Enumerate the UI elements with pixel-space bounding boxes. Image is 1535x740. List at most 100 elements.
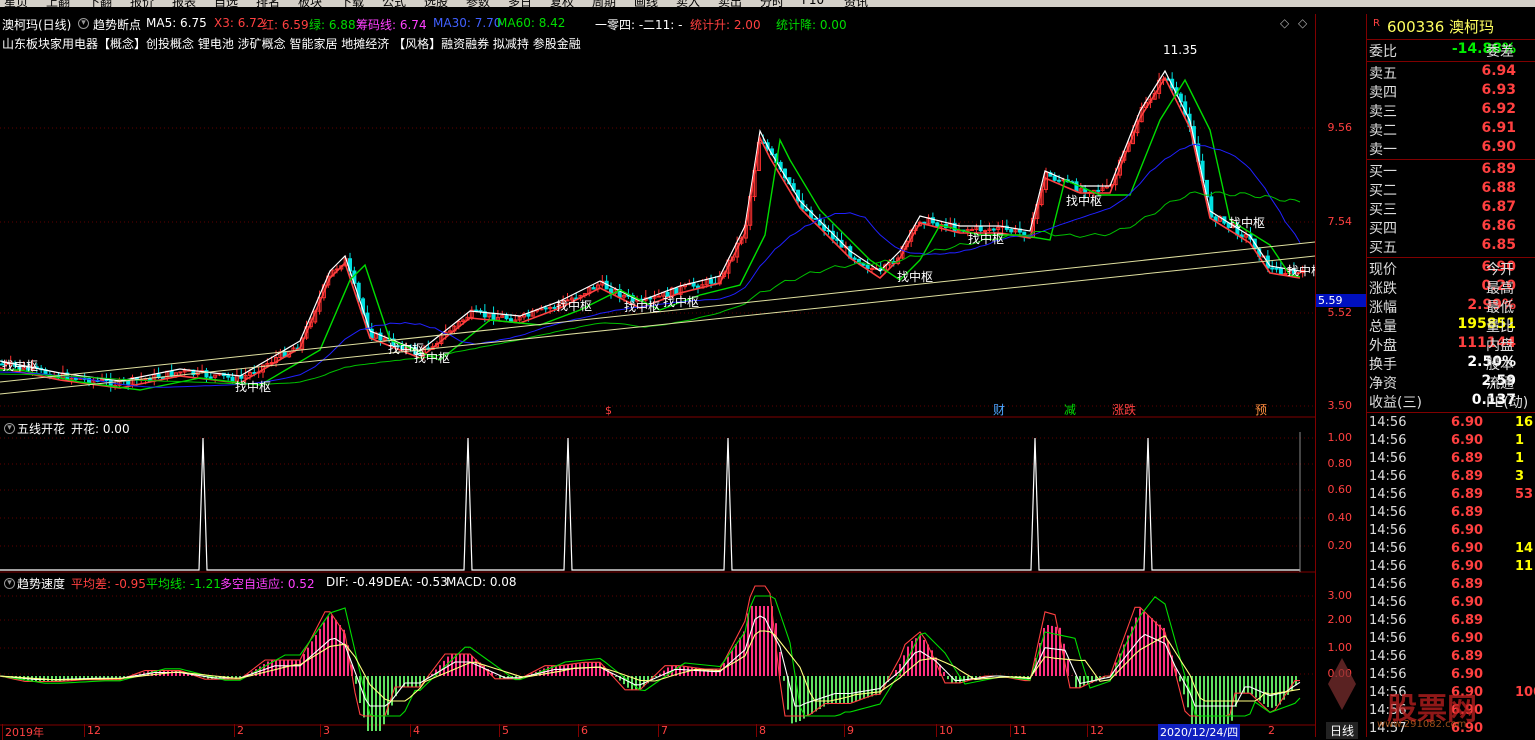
dea-line (0, 630, 1301, 702)
menu-item[interactable]: 周期 (592, 0, 616, 7)
candle-body (73, 377, 78, 380)
candle-body (813, 217, 818, 220)
panel2-value: 开花: 0.00 (71, 422, 130, 436)
date-tick: 7 (658, 724, 668, 737)
stat-row: 净资 2.59 流通 (1367, 373, 1535, 392)
quote-label: 外盘 (1369, 338, 1397, 354)
stat-row: 涨跌 0.20 最高 (1367, 278, 1535, 297)
candle-body (709, 278, 714, 284)
bid-row: 买四 6.86 (1367, 218, 1535, 237)
menu-item[interactable]: 画线 (634, 0, 658, 7)
quote-label: 卖二 (1369, 123, 1397, 139)
menu-item[interactable]: 排名 (256, 0, 280, 7)
panel3-title[interactable]: 趋势速度 (17, 575, 65, 592)
tick-time: 14:56 (1369, 667, 1407, 682)
menu-item[interactable]: 分时 (760, 0, 784, 7)
menu-item[interactable]: 参数 (466, 0, 490, 7)
zhongshu-label: 找中枢 (235, 379, 271, 394)
candle-body (543, 307, 548, 310)
quote-label2: 流通 (1486, 376, 1514, 392)
tick-price: 6.89 (1451, 469, 1484, 484)
menu-item[interactable]: 下载 (340, 0, 364, 7)
menu-item[interactable]: 公式 (382, 0, 406, 7)
tongjijiang-value: 统计降: 0.00 (776, 18, 847, 32)
candle-body (178, 371, 183, 374)
menu-item[interactable]: 上翻 (46, 0, 70, 7)
quote-label2: 股本 (1486, 357, 1514, 373)
panel2-settings-icon[interactable]: ▾ (4, 423, 15, 434)
quote-value: 6.89 (1481, 161, 1516, 177)
menu-item[interactable]: 星页 (4, 0, 28, 7)
tick-row: 14:56 6.90 (1367, 523, 1535, 541)
candle-body (126, 380, 131, 385)
menu-item[interactable]: 报价 (130, 0, 154, 7)
ask-row: 卖五 6.94 (1367, 63, 1535, 82)
ma30-line (0, 143, 1301, 388)
panel3-pjx: 平均线: -1.21 (146, 577, 221, 591)
date-tick: 12 (1087, 724, 1104, 737)
period-label[interactable]: 日线 (1326, 722, 1359, 739)
concepts-line: 山东板块家用电器【概念】创投概念 锂电池 涉矿概念 智能家居 地摊经济 【风格】… (2, 37, 581, 51)
quote-label: 买二 (1369, 183, 1397, 199)
quote-label: 涨跌 (1369, 281, 1397, 297)
quote-label2: 量比 (1486, 319, 1514, 335)
quote-label2: 今开 (1486, 262, 1514, 278)
event-marker: 减 (1064, 403, 1076, 417)
candle-body (1057, 179, 1062, 182)
menu-item[interactable]: 自选 (214, 0, 238, 7)
menu-item[interactable]: 卖入 (676, 0, 700, 7)
quote-label: 涨幅 (1369, 300, 1397, 316)
menu-item[interactable]: 板块 (298, 0, 322, 7)
indicator-name[interactable]: 趋势断点 (93, 16, 141, 33)
quote-value: 6.88 (1481, 180, 1516, 196)
date-tick: 6 (578, 724, 588, 737)
quote-label: 卖一 (1369, 142, 1397, 158)
candle-body (491, 312, 496, 321)
tick-row: 14:56 6.89 (1367, 577, 1535, 595)
panel2-title[interactable]: 五线开花 (17, 420, 65, 437)
zhongshu-label: 找中枢 (624, 299, 660, 314)
ask-row: 卖四 6.93 (1367, 82, 1535, 101)
date-tick: 5 (499, 724, 509, 737)
bid-row: 买三 6.87 (1367, 199, 1535, 218)
kline-svg: 11.35找中枢找中枢找中枢找中枢找中枢找中枢找中枢找中枢找中枢找中枢找中枢找中… (0, 43, 1315, 731)
bid-row: 买五 6.85 (1367, 237, 1535, 256)
close-icon[interactable]: ◇ (1298, 16, 1307, 30)
yiling-value: 一零四: - (595, 18, 644, 32)
indicator-tick: 0.80 (1327, 457, 1353, 470)
settings-icon[interactable]: ▾ (78, 18, 89, 29)
kline-chart-area[interactable]: 11.35找中枢找中枢找中枢找中枢找中枢找中枢找中枢找中枢找中枢找中枢找中枢找中… (0, 14, 1315, 740)
zhongshu-label: 找中枢 (1229, 215, 1265, 230)
separator (1367, 412, 1535, 413)
menu-item[interactable]: 选股 (424, 0, 448, 7)
tick-time: 14:56 (1369, 541, 1407, 556)
menu-item[interactable]: 报表 (172, 0, 196, 7)
indicator-tick: 1.00 (1327, 641, 1353, 654)
panel3-dif: DIF: -0.49 (326, 575, 384, 589)
menu-item[interactable]: 多日 (508, 0, 532, 7)
quote-label2: 最低 (1486, 300, 1514, 316)
candle-body (504, 315, 509, 320)
candle-body (1009, 228, 1014, 233)
quote-label: 收益(三) (1369, 395, 1422, 411)
price-tick: 9.56 (1327, 121, 1353, 134)
menu-item[interactable]: F10 (802, 0, 824, 7)
menu-item[interactable]: 下翻 (88, 0, 112, 7)
menu-item[interactable]: 复权 (550, 0, 574, 7)
candle-body (691, 282, 696, 287)
tick-time: 14:56 (1369, 505, 1407, 520)
tick-row: 14:56 6.89 (1367, 613, 1535, 631)
panel3-settings-icon[interactable]: ▾ (4, 578, 15, 589)
tick-price: 6.90 (1451, 541, 1484, 556)
date-tick: 12 (84, 724, 101, 737)
indicator-tick: 0.40 (1327, 511, 1353, 524)
tick-price: 6.89 (1451, 613, 1484, 628)
menu-item[interactable]: 卖出 (718, 0, 742, 7)
expand-icon[interactable]: ◇ (1280, 16, 1289, 30)
date-tick: 4 (410, 724, 420, 737)
tick-row: 14:56 6.89 (1367, 505, 1535, 523)
stat-row: 涨幅 2.99% 最低 (1367, 297, 1535, 316)
menu-item[interactable]: 资讯 (844, 0, 868, 7)
tick-row: 14:56 6.90 (1367, 667, 1535, 685)
stat-row: 外盘 111144 内盘 (1367, 335, 1535, 354)
